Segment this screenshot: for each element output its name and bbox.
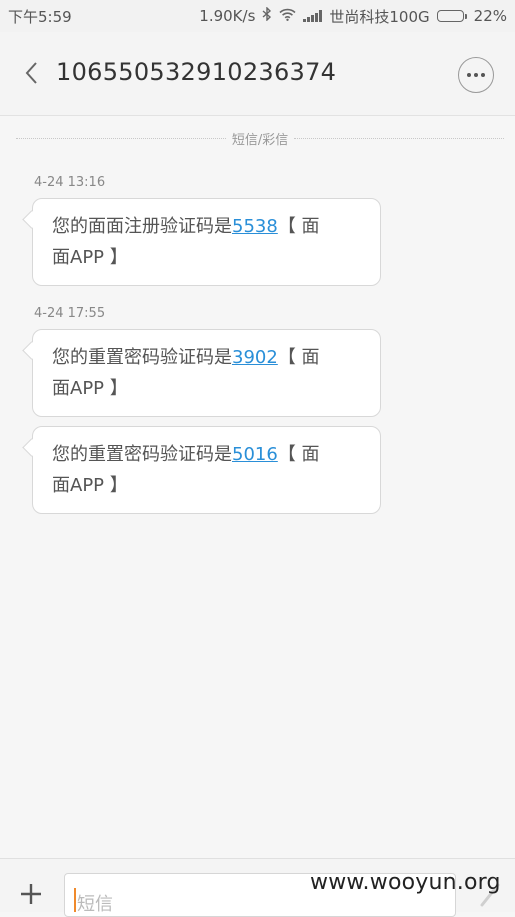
status-bar: 下午5:59 1.90K/s 世尚科技100G 22% <box>0 0 515 32</box>
verification-code-link[interactable]: 5538 <box>232 216 278 237</box>
signal-icon <box>303 10 323 22</box>
message-bubble[interactable]: 您的面面注册验证码是5538【 面 面APP 】 <box>22 198 381 286</box>
more-options-button[interactable] <box>458 57 494 93</box>
message-timestamp: 4-24 17:55 <box>34 306 106 321</box>
conversation-header: 106550532910236374 <box>0 32 515 116</box>
watermark-text: www.wooyun.org <box>310 870 501 895</box>
network-speed: 1.90K/s <box>199 7 256 25</box>
status-indicators: 1.90K/s 世尚科技100G 22% <box>199 6 507 27</box>
add-attachment-button[interactable] <box>16 879 46 909</box>
chevron-left-icon <box>25 62 37 84</box>
back-button[interactable] <box>16 58 46 88</box>
message-timestamp: 4-24 13:16 <box>34 175 106 190</box>
message-line-2: 面APP 】 <box>52 378 128 399</box>
carrier-name: 世尚科技100G <box>329 7 430 26</box>
battery-percent: 22% <box>473 7 507 25</box>
verification-code-link[interactable]: 3902 <box>232 347 278 368</box>
channel-label: 短信/彩信 <box>231 132 289 148</box>
verification-code-link[interactable]: 5016 <box>232 444 278 465</box>
message-input-placeholder: 短信 <box>77 894 113 915</box>
plus-icon <box>21 884 41 904</box>
contact-number: 106550532910236374 <box>56 58 337 86</box>
message-line-1: 您的重置密码验证码是5016【 面 <box>52 444 320 465</box>
message-bubble[interactable]: 您的重置密码验证码是5016【 面 面APP 】 <box>22 426 381 514</box>
bluetooth-icon <box>262 6 272 25</box>
message-line-1: 您的面面注册验证码是5538【 面 <box>52 216 320 237</box>
message-line-1: 您的重置密码验证码是3902【 面 <box>52 347 320 368</box>
status-time: 下午5:59 <box>8 7 72 26</box>
channel-divider: 短信/彩信 <box>16 128 505 148</box>
message-line-2: 面APP 】 <box>52 247 128 268</box>
message-bubble[interactable]: 您的重置密码验证码是3902【 面 面APP 】 <box>22 329 381 417</box>
message-line-2: 面APP 】 <box>52 475 128 496</box>
more-horizontal-icon <box>467 73 471 77</box>
text-cursor <box>74 888 76 912</box>
wifi-icon <box>279 8 296 25</box>
battery-icon <box>436 10 467 22</box>
